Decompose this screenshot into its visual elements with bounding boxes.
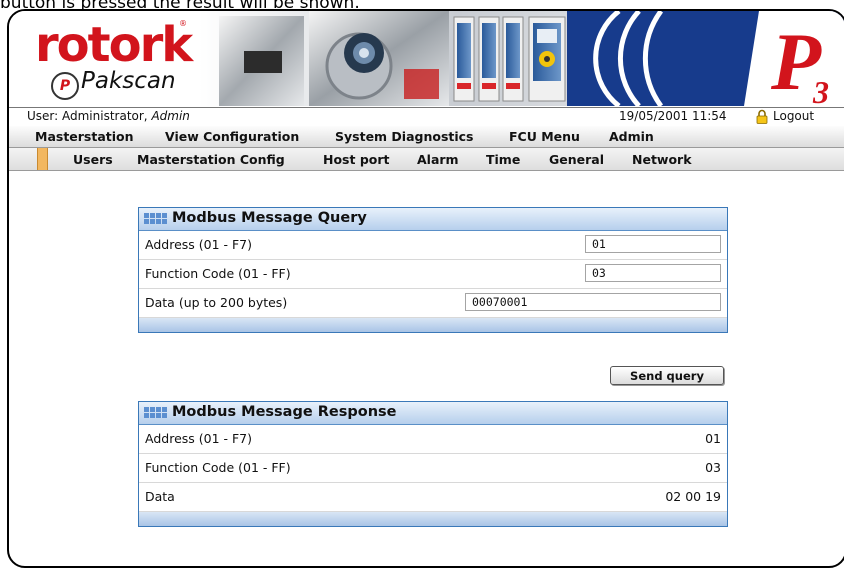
submenu-network[interactable]: Network <box>632 152 692 167</box>
product-banner-image: P 3 <box>199 11 844 106</box>
response-address-label: Address (01 - F7) <box>145 431 253 446</box>
datetime-display: 19/05/2001 11:54 <box>619 109 727 123</box>
menu-fcu-menu[interactable]: FCU Menu <box>509 129 580 144</box>
menu-admin[interactable]: Admin <box>609 129 654 144</box>
header-banner: rotork ® P Pakscan P 3 <box>9 11 844 106</box>
svg-text:3: 3 <box>812 74 829 106</box>
response-row: Address (01 - F7) 01 <box>139 425 727 454</box>
modbus-response-panel: Modbus Message Response Address (01 - F7… <box>138 401 728 527</box>
submenu-accent <box>37 148 48 170</box>
logout-link[interactable]: Logout <box>773 109 814 123</box>
modbus-query-panel: Modbus Message Query Address (01 - F7) F… <box>138 207 728 333</box>
lock-icon <box>756 109 768 124</box>
response-row: Data 02 00 19 <box>139 483 727 512</box>
response-function-code-value: 03 <box>705 460 721 475</box>
response-address-value: 01 <box>705 431 721 446</box>
submenu-masterstation-config[interactable]: Masterstation Config <box>137 152 285 167</box>
data-label: Data (up to 200 bytes) <box>145 295 288 310</box>
function-code-input[interactable] <box>585 264 721 282</box>
response-panel-title: Modbus Message Response <box>172 404 397 420</box>
query-panel-title: Modbus Message Query <box>172 210 367 226</box>
registered-mark: ® <box>179 19 187 28</box>
send-query-button[interactable]: Send query <box>610 366 724 385</box>
rotork-logo: rotork <box>35 17 193 73</box>
function-code-label: Function Code (01 - FF) <box>145 266 291 281</box>
response-row: Function Code (01 - FF) 03 <box>139 454 727 483</box>
response-function-code-label: Function Code (01 - FF) <box>145 460 291 475</box>
pakscan-p-icon: P <box>51 72 79 100</box>
response-data-value: 02 00 19 <box>665 489 721 504</box>
address-input[interactable] <box>585 235 721 253</box>
user-name: Admin <box>151 109 190 123</box>
query-panel-footer <box>139 318 727 332</box>
response-data-label: Data <box>145 489 175 504</box>
pakscan-logo: Pakscan <box>81 68 176 94</box>
query-row: Function Code (01 - FF) <box>139 260 727 289</box>
admin-submenu: Users Masterstation Config Host port Ala… <box>9 148 844 171</box>
data-input[interactable] <box>465 293 721 311</box>
grid-icon <box>144 213 167 224</box>
submenu-time[interactable]: Time <box>486 152 520 167</box>
submenu-alarm[interactable]: Alarm <box>417 152 459 167</box>
status-bar: User: Administrator, Admin 19/05/2001 11… <box>9 107 844 127</box>
response-panel-footer <box>139 512 727 526</box>
device-frame: rotork ® P Pakscan P 3 User: Administrat… <box>7 9 844 568</box>
submenu-host-port[interactable]: Host port <box>323 152 390 167</box>
submenu-general[interactable]: General <box>549 152 604 167</box>
response-panel-header: Modbus Message Response <box>139 402 727 425</box>
submenu-users[interactable]: Users <box>73 152 113 167</box>
query-row: Data (up to 200 bytes) <box>139 289 727 318</box>
menu-masterstation[interactable]: Masterstation <box>35 129 134 144</box>
menu-system-diagnostics[interactable]: System Diagnostics <box>335 129 474 144</box>
query-panel-header: Modbus Message Query <box>139 208 727 231</box>
query-row: Address (01 - F7) <box>139 231 727 260</box>
menu-view-configuration[interactable]: View Configuration <box>165 129 299 144</box>
user-info: User: Administrator, Admin <box>27 109 190 123</box>
grid-icon <box>144 407 167 418</box>
main-menu: Masterstation View Configuration System … <box>9 126 844 148</box>
address-label: Address (01 - F7) <box>145 237 253 252</box>
